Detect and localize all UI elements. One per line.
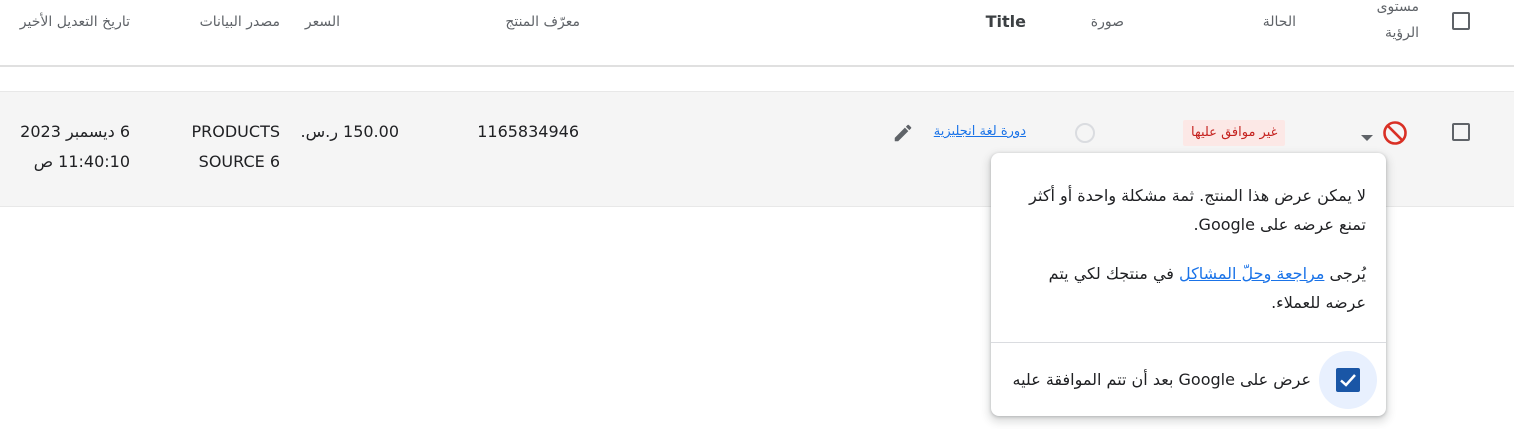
column-header-visibility-line2: الرؤية	[1384, 25, 1419, 41]
column-header-data-source[interactable]: مصدر البيانات	[178, 12, 280, 32]
column-header-image[interactable]: صورة	[1074, 12, 1124, 32]
data-source-line2: SOURCE 6	[198, 152, 280, 171]
status-badge: غير موافق عليها	[1183, 120, 1286, 146]
column-header-last-modified[interactable]: تاريخ التعديل الأخير	[4, 12, 130, 32]
show-on-google-checkbox-halo[interactable]	[1319, 351, 1377, 409]
data-source-line1: PRODUCTS	[191, 122, 281, 141]
column-header-visibility-line1: مستوى	[1376, 0, 1419, 15]
popover-message: لا يمكن عرض هذا المنتج. ثمة مشكلة واحدة …	[1029, 186, 1366, 234]
column-header-title[interactable]: Title	[976, 12, 1026, 32]
last-modified-date: 6 ديسمبر 2023	[20, 122, 130, 141]
row-checkbox[interactable]	[1452, 123, 1470, 141]
show-on-google-label[interactable]: عرض على Google بعد أن تتم الموافقة عليه	[991, 365, 1311, 394]
show-on-google-checkbox[interactable]	[1336, 368, 1360, 392]
status-popover: لا يمكن عرض هذا المنتج. ثمة مشكلة واحدة …	[991, 153, 1386, 416]
price: 150.00 ر.س.	[300, 122, 400, 141]
header-divider	[0, 65, 1514, 67]
review-issues-link[interactable]: مراجعة وحلّ المشاكل	[1179, 264, 1324, 283]
last-modified-time: 11:40:10 ص	[33, 152, 130, 171]
column-header-status[interactable]: الحالة	[1230, 12, 1296, 32]
popover-prompt-before: يُرجى	[1324, 264, 1366, 283]
check-icon	[1340, 374, 1356, 387]
product-title-link[interactable]: دورة لغة انجليزية	[920, 124, 1026, 139]
column-header-product-id[interactable]: معرّف المنتج	[470, 12, 580, 32]
column-header-price[interactable]: السعر	[290, 12, 340, 32]
data-source: PRODUCTS SOURCE 6	[180, 117, 281, 177]
last-modified: 6 ديسمبر 2023 11:40:10 ص	[10, 117, 130, 177]
pencil-icon[interactable]	[892, 122, 914, 144]
loading-spinner-icon	[1072, 120, 1098, 146]
product-id: 1165834946	[477, 122, 579, 141]
select-all-checkbox[interactable]	[1452, 12, 1470, 30]
column-header-visibility[interactable]: مستوى الرؤية	[1364, 0, 1419, 46]
arrow-drop-down-icon[interactable]	[1359, 128, 1375, 141]
block-icon[interactable]	[1382, 120, 1408, 146]
popover-prompt: يُرجى مراجعة وحلّ المشاكل في منتجك لكي ي…	[1011, 259, 1366, 317]
popover-divider	[991, 342, 1386, 343]
